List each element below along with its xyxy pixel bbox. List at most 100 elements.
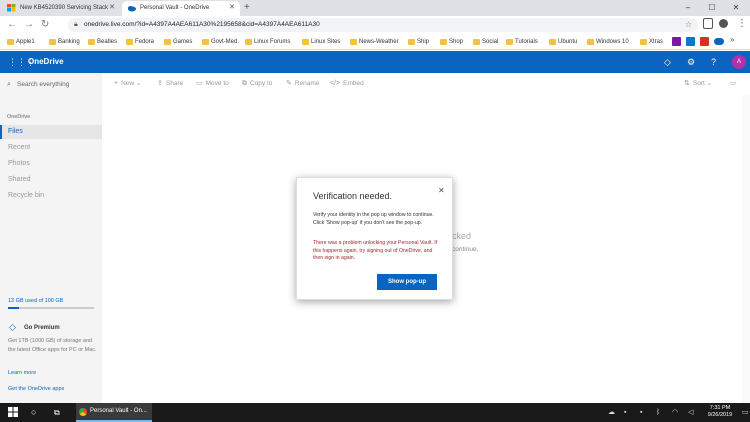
bookmark-folder[interactable]: News-Weather <box>350 37 399 47</box>
sidebar-item-recent[interactable]: Recent <box>0 141 102 155</box>
clock-time: 7:31 PM <box>709 405 731 411</box>
help-icon[interactable]: ? <box>711 56 716 68</box>
bookmark-folder[interactable]: Games <box>164 37 192 47</box>
windows-taskbar: ○ ⧉ Personal Vault - On... ☁ ▪ ▪ ᛒ ◠ ◁ 7… <box>0 403 750 422</box>
onenote-icon[interactable] <box>672 37 681 46</box>
scrollbar[interactable] <box>742 95 750 403</box>
search-placeholder: Search everything <box>17 81 70 88</box>
forward-icon[interactable]: → <box>24 19 34 31</box>
wifi-icon[interactable]: ◠ <box>672 408 678 417</box>
learn-more-link[interactable]: Learn more <box>8 370 36 376</box>
folder-icon <box>302 39 309 45</box>
close-window-button[interactable]: ✕ <box>724 0 748 16</box>
app-title[interactable]: OneDrive <box>28 56 64 68</box>
bookmark-star-icon[interactable]: ☆ <box>685 18 692 32</box>
browser-tab[interactable]: New KB4520390 Servicing Stack ✕ <box>2 1 120 16</box>
share-button[interactable]: ⇪ Share <box>157 79 183 89</box>
browser-tab-active[interactable]: Personal Vault - OneDrive ✕ <box>122 1 240 16</box>
notification-icon[interactable]: ▭ <box>742 408 749 417</box>
tray-icon[interactable]: ▪ <box>624 408 626 417</box>
sidebar-item-photos[interactable]: Photos <box>0 157 102 171</box>
premium-description: Get 1TB (1000 GB) of storage and the lat… <box>8 338 97 353</box>
clock-date: 9/26/2019 <box>707 412 733 418</box>
avatar[interactable]: A <box>732 55 746 69</box>
copy-to-button[interactable]: ⧉ Copy to <box>242 79 272 89</box>
taskbar-chrome-button[interactable]: Personal Vault - On... <box>76 403 152 422</box>
onedrive-tray-icon[interactable]: ☁ <box>608 408 615 417</box>
bookmark-folder[interactable]: Tutorials <box>506 37 538 47</box>
folder-icon <box>350 39 357 45</box>
sidebar-item-shared[interactable]: Shared <box>0 173 102 187</box>
bluetooth-icon[interactable]: ᛒ <box>656 408 660 417</box>
bookmark-folder[interactable]: Govt-Med. <box>202 37 239 47</box>
code-icon: </> <box>330 80 341 87</box>
embed-button[interactable]: </> Embed <box>330 79 364 89</box>
maximize-button[interactable]: ☐ <box>700 0 724 16</box>
search-input[interactable]: ⌕ Search everything <box>7 80 69 90</box>
volume-icon[interactable]: ◁ <box>688 408 693 417</box>
menu-dots-icon[interactable]: ⋮ <box>737 18 747 30</box>
bookmark-folder[interactable]: Ship <box>408 37 429 47</box>
storage-bar-fill <box>8 307 20 309</box>
address-bar[interactable]: 🔒︎ onedrive.live.com/?id=A4397A4AEA611A3… <box>68 18 698 32</box>
bookmark-folder[interactable]: Ubuntu <box>549 37 577 47</box>
close-icon[interactable]: ✕ <box>438 186 445 195</box>
bookmark-folder[interactable]: Windows 10 <box>587 37 629 47</box>
profile-icon[interactable] <box>719 19 728 28</box>
bookmarks-bar: Apple1 Banking Beatles Fedora Games Govt… <box>0 34 750 50</box>
move-to-button[interactable]: ▭ Move to <box>196 79 229 89</box>
back-icon[interactable]: ← <box>7 19 17 31</box>
show-popup-button[interactable]: Show pop-up <box>377 274 437 290</box>
sidebar-item-recycle-bin[interactable]: Recycle bin <box>0 189 102 203</box>
bookmark-folder[interactable]: Beatles <box>88 37 117 47</box>
background-heading: cked <box>452 231 472 241</box>
folder-icon <box>506 39 513 45</box>
bookmark-folder[interactable]: Linux Forums <box>245 37 290 47</box>
tray-icon[interactable]: ▪ <box>640 408 642 417</box>
folder-icon <box>88 39 95 45</box>
bookmark-folder[interactable]: Banking <box>49 37 80 47</box>
windows-start-icon[interactable] <box>8 407 18 420</box>
share-icon: ⇪ <box>157 80 163 87</box>
copy-icon: ⧉ <box>242 80 247 87</box>
taskbar-clock[interactable]: 7:31 PM 9/26/2019 <box>700 405 740 419</box>
folder-icon <box>49 39 56 45</box>
url-text: onedrive.live.com/?id=A4397A4AEA611A30%2… <box>84 21 320 28</box>
plus-icon: + <box>114 80 119 87</box>
close-tab-icon[interactable]: ✕ <box>109 1 115 15</box>
reload-icon[interactable]: ↻ <box>41 19 49 31</box>
bookmark-folder[interactable]: Linux Sites <box>302 37 340 47</box>
new-button[interactable]: + New ⌄ <box>114 79 141 89</box>
task-view-icon[interactable]: ⧉ <box>54 407 60 418</box>
view-toggle-icon[interactable]: ▭ <box>730 79 736 89</box>
move-icon: ▭ <box>196 80 203 87</box>
bookmark-folder[interactable]: Fedora <box>126 37 154 47</box>
bookmark-folder[interactable]: Xtras <box>640 37 663 47</box>
folder-icon <box>245 39 252 45</box>
folder-icon <box>164 39 171 45</box>
get-apps-link[interactable]: Get the OneDrive apps <box>8 386 64 392</box>
new-tab-button[interactable]: + <box>244 1 250 15</box>
extension-icon[interactable] <box>703 18 713 29</box>
onedrive-icon[interactable] <box>714 38 724 45</box>
bookmark-folder[interactable]: Apple1 <box>7 37 35 47</box>
sort-button[interactable]: ⇅ Sort ⌄ <box>684 79 712 89</box>
background-text: continue. <box>452 246 479 253</box>
minimize-button[interactable]: – <box>676 0 700 16</box>
storage-bar <box>8 307 94 309</box>
outlook-icon[interactable] <box>686 37 695 46</box>
bookmark-folder[interactable]: Social <box>473 37 498 47</box>
dialog-message: Verify your identity in the pop up windo… <box>313 212 434 226</box>
diamond-icon: ◇ <box>9 322 16 332</box>
more-bookmarks-icon[interactable]: » <box>730 35 734 44</box>
gear-icon[interactable]: ⚙ <box>687 56 695 68</box>
bookmark-folder[interactable]: Shop <box>440 37 463 47</box>
rename-button[interactable]: ✎ Rename <box>286 79 319 89</box>
folder-icon <box>549 39 556 45</box>
premium-diamond-icon[interactable]: ◇ <box>664 56 671 68</box>
cortana-circle-icon[interactable]: ○ <box>31 407 36 418</box>
sidebar-item-files[interactable]: Files <box>0 125 102 139</box>
gmail-icon[interactable] <box>700 37 709 46</box>
close-tab-icon[interactable]: ✕ <box>229 1 235 15</box>
storage-text[interactable]: 13 GB used of 100 GB <box>8 298 63 304</box>
